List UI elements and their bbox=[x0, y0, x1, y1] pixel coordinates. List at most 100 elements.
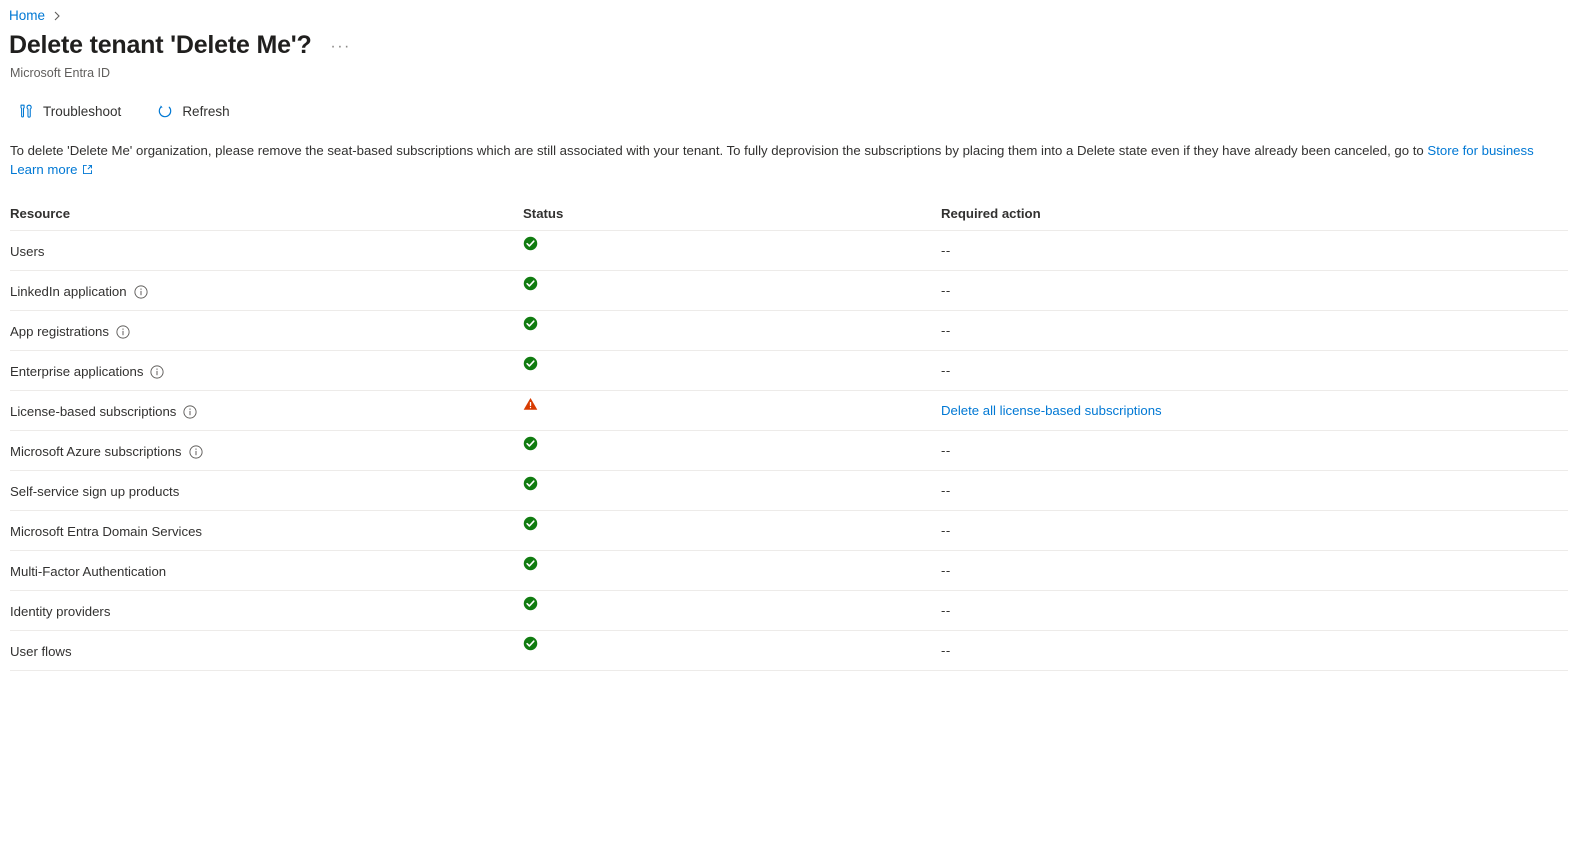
resource-name: Microsoft Entra Domain Services bbox=[10, 524, 203, 539]
refresh-label: Refresh bbox=[182, 103, 230, 119]
resource-cell: License-based subscriptions bbox=[10, 402, 523, 419]
table-row: Enterprise applications -- bbox=[10, 351, 1568, 391]
refresh-icon bbox=[155, 101, 175, 121]
page-title: Delete tenant 'Delete Me'? bbox=[9, 31, 312, 59]
required-action-cell: -- bbox=[941, 483, 1568, 498]
page-title-row: Delete tenant 'Delete Me'? ··· bbox=[0, 24, 1583, 61]
required-action-link[interactable]: Delete all license-based subscriptions bbox=[941, 403, 1162, 418]
troubleshoot-button[interactable]: Troubleshoot bbox=[10, 95, 131, 127]
table-row: Multi-Factor Authentication -- bbox=[10, 551, 1568, 591]
info-icon[interactable] bbox=[183, 404, 197, 419]
resource-cell: User flows bbox=[10, 642, 523, 659]
resource-cell: Multi-Factor Authentication bbox=[10, 562, 523, 579]
required-action-cell: -- bbox=[941, 243, 1568, 258]
refresh-button[interactable]: Refresh bbox=[149, 95, 239, 127]
resource-name: App registrations bbox=[10, 324, 109, 339]
status-cell bbox=[523, 596, 941, 625]
status-warning-icon bbox=[523, 397, 538, 411]
resource-cell: Users bbox=[10, 242, 523, 259]
command-bar: Troubleshoot Refresh bbox=[0, 94, 1583, 128]
table-row: Microsoft Entra Domain Services -- bbox=[10, 511, 1568, 551]
troubleshoot-icon bbox=[16, 101, 36, 121]
required-action-value: -- bbox=[941, 523, 951, 538]
required-action-cell: -- bbox=[941, 283, 1568, 298]
resource-cell: Identity providers bbox=[10, 602, 523, 619]
resource-name: LinkedIn application bbox=[10, 284, 127, 299]
status-cell bbox=[523, 397, 941, 425]
status-cell bbox=[523, 636, 941, 665]
learn-more-link[interactable]: Learn more bbox=[10, 160, 93, 179]
info-icon[interactable] bbox=[116, 324, 130, 339]
status-success-icon bbox=[523, 276, 538, 291]
learn-more-label: Learn more bbox=[10, 162, 78, 177]
required-action-value: -- bbox=[941, 363, 951, 378]
table-row: Self-service sign up products -- bbox=[10, 471, 1568, 511]
info-icon[interactable] bbox=[188, 444, 203, 459]
resource-name: User flows bbox=[10, 644, 72, 659]
resource-name: Microsoft Azure subscriptions bbox=[10, 444, 182, 459]
description-text: To delete 'Delete Me' organization, plea… bbox=[0, 128, 1583, 179]
status-cell bbox=[523, 316, 941, 345]
table-header-row: Resource Status Required action bbox=[10, 197, 1568, 231]
status-cell bbox=[523, 516, 941, 545]
resource-name: License-based subscriptions bbox=[10, 404, 177, 419]
required-action-cell: -- bbox=[941, 643, 1568, 658]
resource-cell: Microsoft Entra Domain Services bbox=[10, 522, 523, 539]
status-success-icon bbox=[523, 596, 538, 611]
required-action-value: -- bbox=[941, 483, 951, 498]
required-action-cell: -- bbox=[941, 603, 1568, 618]
status-cell bbox=[523, 276, 941, 305]
status-success-icon bbox=[523, 436, 538, 451]
required-action-cell: -- bbox=[941, 443, 1568, 458]
description-body: To delete 'Delete Me' organization, plea… bbox=[10, 143, 1428, 158]
table-row: User flows -- bbox=[10, 631, 1568, 671]
resource-cell: App registrations bbox=[10, 322, 523, 339]
required-action-value: -- bbox=[941, 323, 951, 338]
external-link-icon bbox=[82, 164, 93, 175]
status-success-icon bbox=[523, 556, 538, 571]
resource-cell: Self-service sign up products bbox=[10, 482, 523, 499]
resource-cell: Enterprise applications bbox=[10, 362, 523, 379]
table-row: Users -- bbox=[10, 231, 1568, 271]
resource-name: Identity providers bbox=[10, 604, 111, 619]
more-options-button[interactable]: ··· bbox=[328, 36, 354, 58]
resource-name: Enterprise applications bbox=[10, 364, 144, 379]
column-header-required-action: Required action bbox=[941, 206, 1041, 221]
resource-cell: Microsoft Azure subscriptions bbox=[10, 442, 523, 459]
resource-name: Multi-Factor Authentication bbox=[10, 564, 167, 579]
column-header-resource: Resource bbox=[10, 206, 71, 221]
required-action-value: -- bbox=[941, 643, 951, 658]
status-cell bbox=[523, 436, 941, 465]
status-cell bbox=[523, 236, 941, 265]
required-action-cell: -- bbox=[941, 363, 1568, 378]
status-cell bbox=[523, 476, 941, 505]
status-cell bbox=[523, 356, 941, 385]
resource-cell: LinkedIn application bbox=[10, 282, 523, 299]
required-action-value: -- bbox=[941, 283, 951, 298]
table-row: App registrations -- bbox=[10, 311, 1568, 351]
status-success-icon bbox=[523, 356, 538, 371]
table-row: Identity providers -- bbox=[10, 591, 1568, 631]
column-header-status: Status bbox=[523, 206, 564, 221]
info-icon[interactable] bbox=[150, 364, 164, 379]
breadcrumb-home-link[interactable]: Home bbox=[9, 8, 45, 23]
resources-table: Resource Status Required action Users -- L… bbox=[0, 197, 1568, 671]
table-row: Microsoft Azure subscriptions -- bbox=[10, 431, 1568, 471]
status-cell bbox=[523, 556, 941, 585]
table-row: LinkedIn application -- bbox=[10, 271, 1568, 311]
chevron-right-icon bbox=[52, 11, 62, 21]
status-success-icon bbox=[523, 476, 538, 491]
status-success-icon bbox=[523, 236, 538, 251]
info-icon[interactable] bbox=[134, 284, 148, 299]
breadcrumb: Home bbox=[0, 0, 1583, 24]
store-for-business-link[interactable]: Store for business bbox=[1427, 143, 1533, 158]
resource-name: Self-service sign up products bbox=[10, 484, 180, 499]
required-action-cell: -- bbox=[941, 563, 1568, 578]
required-action-cell: -- bbox=[941, 523, 1568, 538]
required-action-cell: Delete all license-based subscriptions bbox=[941, 403, 1568, 418]
required-action-cell: -- bbox=[941, 323, 1568, 338]
troubleshoot-label: Troubleshoot bbox=[43, 103, 122, 119]
page-subtitle: Microsoft Entra ID bbox=[10, 66, 111, 80]
required-action-value: -- bbox=[941, 603, 951, 618]
required-action-value: -- bbox=[941, 443, 951, 458]
